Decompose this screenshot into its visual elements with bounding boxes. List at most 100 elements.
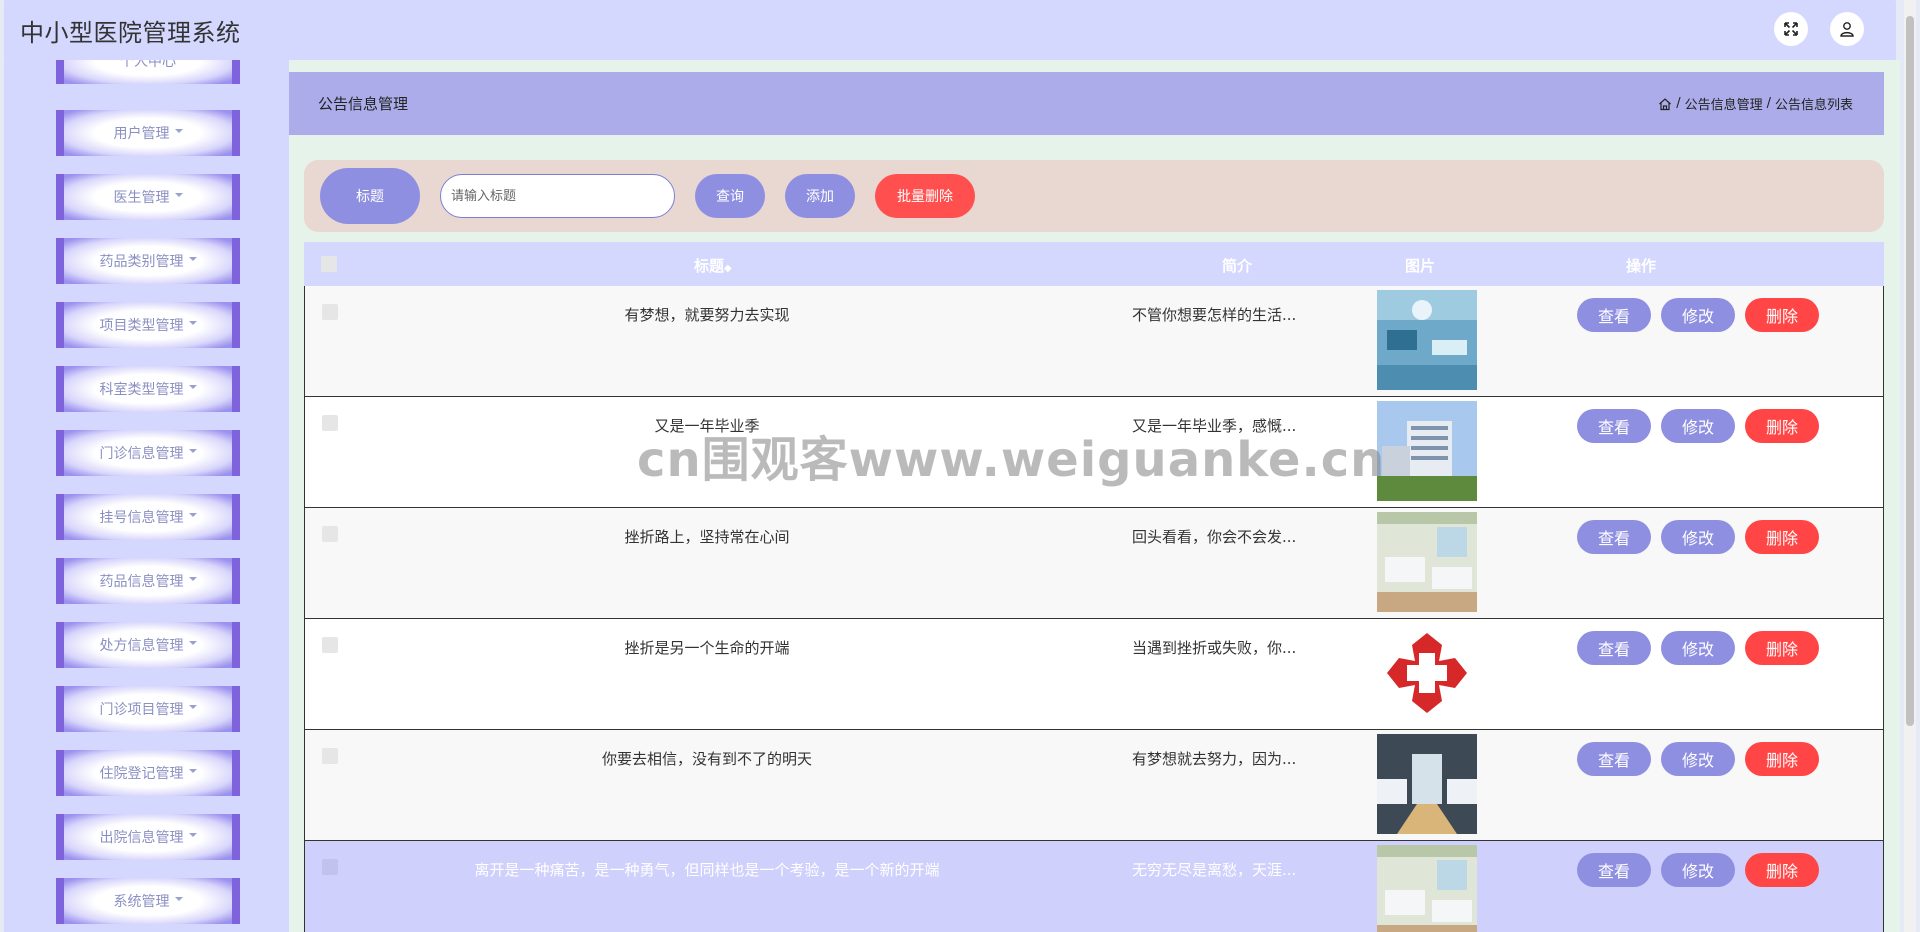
select-all-checkbox[interactable]: [321, 256, 337, 272]
table-header: 标题◆ 简介 图片 操作: [304, 242, 1884, 286]
vertical-scrollbar[interactable]: [1904, 0, 1916, 932]
table-row: 离开是一种痛苦，是一种勇气，但同样也是一个考验，是一个新的开端 无穷无尽是离愁，…: [304, 841, 1884, 932]
caret-down-icon: [188, 449, 197, 453]
row-checkbox[interactable]: [322, 637, 338, 653]
scrollbar-thumb[interactable]: [1906, 16, 1914, 726]
sort-icon: ◆: [724, 263, 732, 274]
caret-down-icon: [188, 513, 197, 517]
caret-down-icon: [174, 193, 183, 197]
ward-corridor-photo: [1377, 734, 1477, 834]
sidebar-item-outpatient-info[interactable]: 门诊信息管理: [56, 430, 240, 476]
edit-button[interactable]: 修改: [1661, 409, 1735, 443]
sidebar-item-department-types[interactable]: 科室类型管理: [56, 366, 240, 412]
caret-down-icon: [188, 833, 197, 837]
edit-button[interactable]: 修改: [1661, 853, 1735, 887]
sidebar-item-label: 医生管理: [113, 190, 170, 206]
view-button[interactable]: 查看: [1577, 631, 1651, 665]
delete-button[interactable]: 删除: [1745, 520, 1819, 554]
column-header-title[interactable]: 标题◆: [694, 255, 732, 276]
row-title: 挫折路上，坚持常在心间: [624, 528, 790, 546]
ward-beds-photo: [1377, 512, 1477, 612]
table-row: 挫折路上，坚持常在心间 回头看看，你会不会发... 查看 修改 删除: [304, 508, 1884, 619]
edit-button[interactable]: 修改: [1661, 742, 1735, 776]
edit-button[interactable]: 修改: [1661, 631, 1735, 665]
view-button[interactable]: 查看: [1577, 409, 1651, 443]
query-button[interactable]: 查询: [695, 174, 765, 218]
sidebar-item-project-types[interactable]: 项目类型管理: [56, 302, 240, 348]
breadcrumb-separator: /: [1676, 96, 1681, 111]
sidebar-item-outpatient-projects[interactable]: 门诊项目管理: [56, 686, 240, 732]
row-intro: 不管你想要怎样的生活...: [1132, 306, 1297, 324]
sidebar-item-label: 出院信息管理: [99, 830, 184, 846]
sidebar-item-label: 个人中心: [120, 60, 176, 70]
sidebar-item-discharge-info[interactable]: 出院信息管理: [56, 814, 240, 860]
sidebar-item-system[interactable]: 系统管理: [56, 878, 240, 924]
breadcrumb: / 公告信息管理 / 公告信息列表: [1658, 94, 1853, 113]
row-checkbox[interactable]: [322, 748, 338, 764]
view-button[interactable]: 查看: [1577, 853, 1651, 887]
fullscreen-button[interactable]: [1774, 12, 1808, 46]
table-row: 有梦想，就要努力去实现 不管你想要怎样的生活... 查看 修改 删除: [304, 286, 1884, 397]
caret-down-icon: [188, 705, 197, 709]
edit-button[interactable]: 修改: [1661, 520, 1735, 554]
app-title: 中小型医院管理系统: [20, 18, 241, 47]
search-bar: 标题 查询 添加 批量删除: [304, 160, 1884, 232]
red-cross-logo: [1377, 623, 1477, 723]
breadcrumb-item[interactable]: 公告信息管理: [1685, 94, 1763, 113]
row-intro: 又是一年毕业季，感慨...: [1132, 417, 1297, 435]
row-intro: 回头看看，你会不会发...: [1132, 528, 1297, 546]
sidebar-item-label: 挂号信息管理: [99, 510, 184, 526]
home-icon[interactable]: [1658, 97, 1672, 111]
table-row: 又是一年毕业季 又是一年毕业季，感慨... 查看 修改 删除: [304, 397, 1884, 508]
sidebar-item-admission-registration[interactable]: 住院登记管理: [56, 750, 240, 796]
search-input[interactable]: [440, 174, 675, 218]
main-content: 公告信息管理 / 公告信息管理 / 公告信息列表 标题 查询 添加 批量删除 标…: [289, 60, 1900, 932]
caret-down-icon: [188, 257, 197, 261]
sidebar-item-users[interactable]: 用户管理: [56, 110, 240, 156]
row-checkbox[interactable]: [322, 415, 338, 431]
sidebar-item-label: 药品信息管理: [99, 574, 184, 590]
sidebar-item-drug-categories[interactable]: 药品类别管理: [56, 238, 240, 284]
add-button[interactable]: 添加: [785, 174, 855, 218]
row-title: 有梦想，就要努力去实现: [624, 306, 790, 324]
batch-delete-button[interactable]: 批量删除: [875, 174, 975, 218]
user-button[interactable]: [1830, 12, 1864, 46]
fullscreen-icon: [1784, 22, 1798, 36]
sidebar-item-label: 系统管理: [113, 894, 170, 910]
sidebar-item-doctors[interactable]: 医生管理: [56, 174, 240, 220]
sidebar-item-label: 处方信息管理: [99, 638, 184, 654]
delete-button[interactable]: 删除: [1745, 298, 1819, 332]
caret-down-icon: [174, 129, 183, 133]
edit-button[interactable]: 修改: [1661, 298, 1735, 332]
sidebar-item-prescription-info[interactable]: 处方信息管理: [56, 622, 240, 668]
ward-beds-photo: [1377, 845, 1477, 932]
caret-down-icon: [188, 641, 197, 645]
row-intro: 有梦想就去努力，因为...: [1132, 750, 1297, 768]
row-intro: 当遇到挫折或失败，你...: [1132, 639, 1297, 657]
row-checkbox[interactable]: [322, 526, 338, 542]
breadcrumb-item-current: 公告信息列表: [1774, 98, 1853, 113]
view-button[interactable]: 查看: [1577, 520, 1651, 554]
sidebar-item-label: 药品类别管理: [99, 254, 184, 270]
top-bar: 中小型医院管理系统: [4, 0, 1896, 60]
sidebar-item-label: 门诊信息管理: [99, 446, 184, 462]
delete-button[interactable]: 删除: [1745, 742, 1819, 776]
sidebar: 个人中心 用户管理 医生管理 药品类别管理 项目类型管理 科室类型管理 门诊信息…: [4, 60, 289, 932]
row-checkbox[interactable]: [322, 304, 338, 320]
table-row: 你要去相信，没有到不了的明天 有梦想就去努力，因为... 查看 修改 删除: [304, 730, 1884, 841]
sidebar-item-personal-center[interactable]: 个人中心: [56, 60, 240, 84]
view-button[interactable]: 查看: [1577, 742, 1651, 776]
sidebar-item-registration-info[interactable]: 挂号信息管理: [56, 494, 240, 540]
row-checkbox[interactable]: [322, 859, 338, 875]
column-header-intro: 简介: [1222, 257, 1253, 275]
delete-button[interactable]: 删除: [1745, 853, 1819, 887]
row-intro: 无穷无尽是离愁，天涯...: [1132, 861, 1297, 879]
row-title: 又是一年毕业季: [654, 417, 760, 435]
view-button[interactable]: 查看: [1577, 298, 1651, 332]
sidebar-item-label: 科室类型管理: [99, 382, 184, 398]
announcement-table: 标题◆ 简介 图片 操作 有梦想，就要努力去实现 不管你想要怎样的生活... 查…: [304, 242, 1884, 932]
delete-button[interactable]: 删除: [1745, 631, 1819, 665]
sidebar-item-drug-info[interactable]: 药品信息管理: [56, 558, 240, 604]
delete-button[interactable]: 删除: [1745, 409, 1819, 443]
row-title: 你要去相信，没有到不了的明天: [601, 750, 812, 768]
